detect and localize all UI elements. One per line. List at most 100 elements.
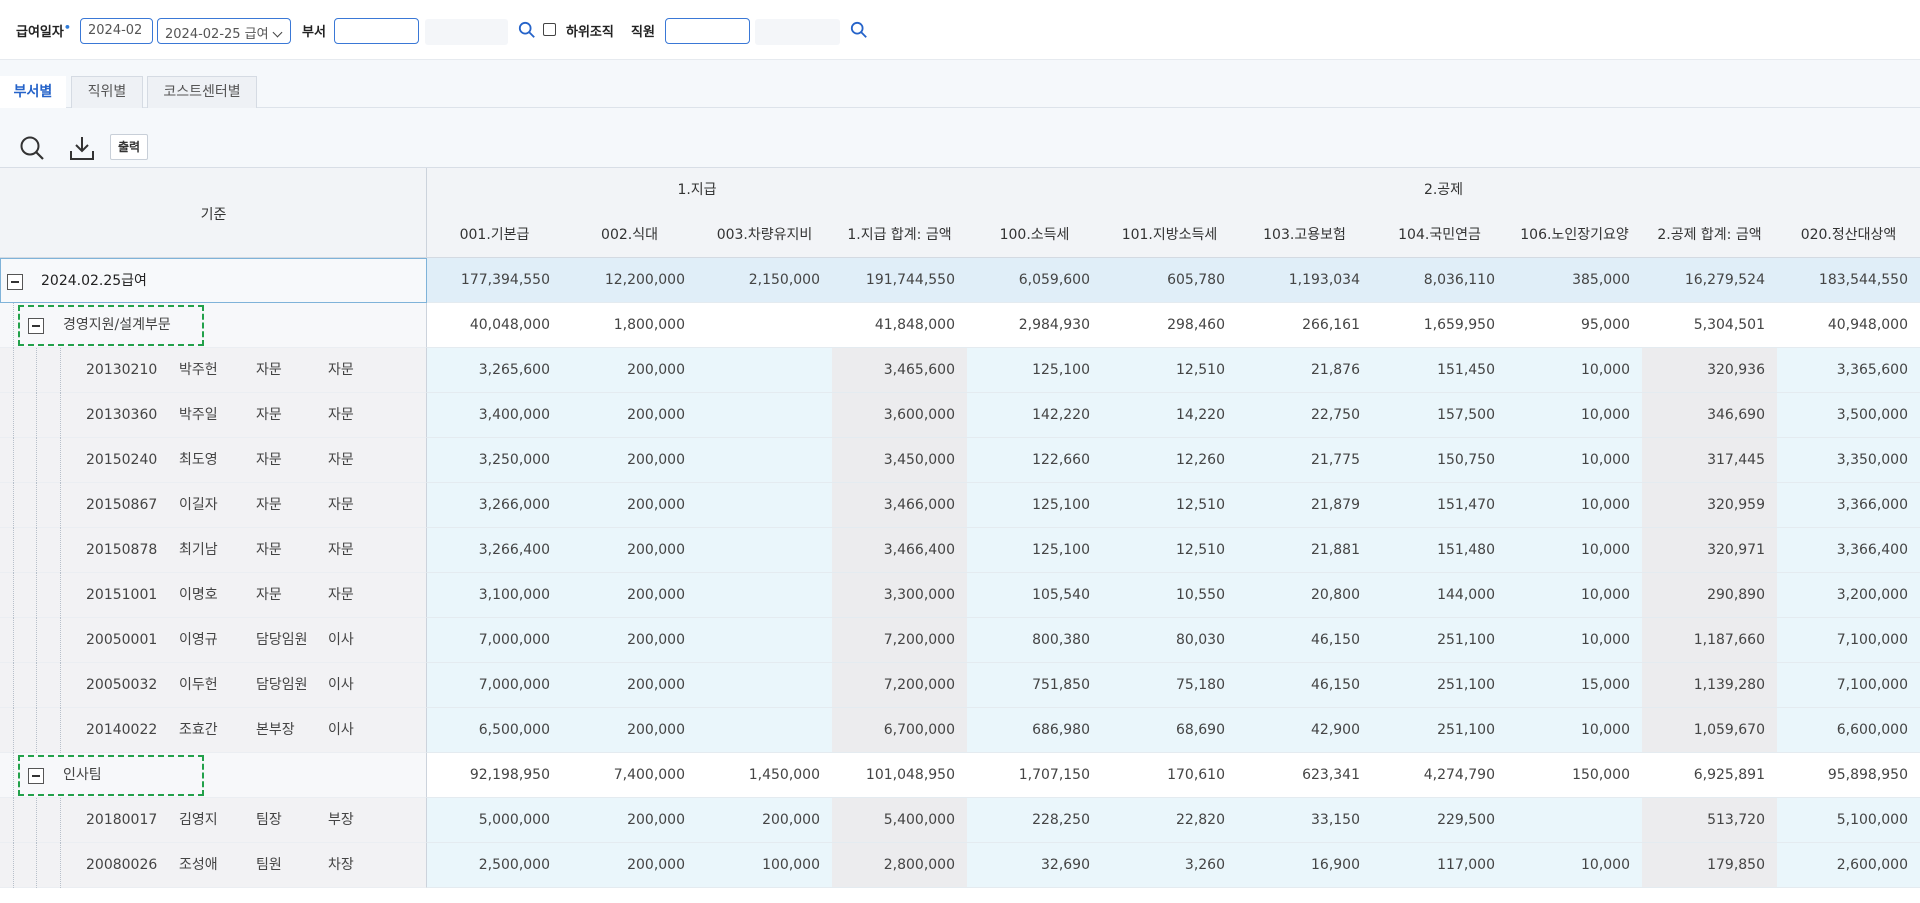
pay-month-field[interactable]: 2024-02 [80, 18, 153, 44]
print-button[interactable]: 출력 [110, 134, 148, 160]
value-cell: 16,900 [1237, 843, 1372, 888]
table-row[interactable]: 20080026 조성애 팀원 차장 2,500,000 200,000 100,000 2,… [0, 843, 1920, 888]
employee-id: 20080026 [86, 857, 158, 873]
value-cell: 200,000 [562, 438, 697, 483]
column-header[interactable]: 106.노인장기요양 [1507, 213, 1642, 258]
tab-by-cost-center[interactable]: 코스트센터별 [147, 76, 257, 108]
payroll-total-row[interactable]: 2024.02.25급여 177,394,550 12,200,000 2,150,0… [0, 258, 1920, 303]
employee-title: 팀장 [256, 812, 282, 828]
row-label-cell: 20150878 최기남 자문 자문 [0, 528, 427, 573]
value-cell: 101,048,950 [832, 753, 967, 798]
value-cell: 3,200,000 [1777, 573, 1920, 618]
tree-guide [36, 528, 37, 573]
value-cell: 125,100 [967, 483, 1102, 528]
column-header[interactable]: 003.차량유지비 [697, 213, 832, 258]
department-row[interactable]: 인사팀 92,198,950 7,400,000 1,450,000 101,048,9… [0, 753, 1920, 798]
tree-guide [36, 843, 37, 888]
pay-date-label: 급여일자• [16, 21, 71, 40]
value-cell: 5,000,000 [427, 798, 562, 843]
employee-id: 20050001 [86, 632, 158, 648]
value-cell: 10,000 [1507, 393, 1642, 438]
value-cell: 95,000 [1507, 303, 1642, 348]
value-cell [697, 348, 832, 393]
value-cell: 3,266,000 [427, 483, 562, 528]
value-cell: 95,898,950 [1777, 753, 1920, 798]
value-cell: 290,890 [1642, 573, 1777, 618]
value-cell [697, 618, 832, 663]
sub-org-checkbox[interactable] [543, 23, 556, 36]
value-cell: 200,000 [562, 843, 697, 888]
value-cell: 5,304,501 [1642, 303, 1777, 348]
column-header[interactable]: 101.지방소득세 [1102, 213, 1237, 258]
tab-by-position[interactable]: 직위별 [71, 76, 143, 108]
value-cell: 320,971 [1642, 528, 1777, 573]
value-cell: 623,341 [1237, 753, 1372, 798]
employee-input[interactable] [665, 18, 750, 44]
table-row[interactable]: 20150878 최기남 자문 자문 3,266,400 200,000 3,466,400… [0, 528, 1920, 573]
value-cell: 3,100,000 [427, 573, 562, 618]
tab-by-department[interactable]: 부서별 [0, 76, 66, 109]
value-cell: 14,220 [1102, 393, 1237, 438]
value-cell: 7,000,000 [427, 618, 562, 663]
column-header[interactable]: 020.정산대상액 [1777, 213, 1920, 258]
column-header-area: 1.지급 2.공제 001.기본급 002.식대 003.차량유지비 1.지급 합계: 금… [427, 168, 1920, 258]
employee-title: 자문 [256, 362, 282, 378]
value-cell: 7,200,000 [832, 663, 967, 708]
table-row[interactable]: 20050032 이두헌 담당임원 이사 7,000,000 200,000 7,200,0… [0, 663, 1920, 708]
value-cell: 177,394,550 [427, 258, 562, 303]
download-icon[interactable] [68, 134, 96, 162]
value-cell: 1,193,034 [1237, 258, 1372, 303]
column-header[interactable]: 2.공제 합계: 금액 [1642, 213, 1777, 258]
table-row[interactable]: 20180017 김영지 팀장 부장 5,000,000 200,000 200,000 5,… [0, 798, 1920, 843]
table-row[interactable]: 20150867 이길자 자문 자문 3,266,000 200,000 3,466,000… [0, 483, 1920, 528]
tree-guide [36, 708, 37, 753]
column-header[interactable]: 104.국민연금 [1372, 213, 1507, 258]
column-header[interactable]: 001.기본급 [427, 213, 562, 258]
table-row[interactable]: 20151001 이명호 자문 자문 3,100,000 200,000 3,300,000… [0, 573, 1920, 618]
employee-id: 20130360 [86, 407, 158, 423]
tree-guide [13, 348, 14, 393]
tree-guide [13, 483, 14, 528]
value-cell: 1,450,000 [697, 753, 832, 798]
value-cell: 12,510 [1102, 528, 1237, 573]
dept-input[interactable] [334, 18, 419, 44]
tree-guide [36, 438, 37, 483]
value-cell: 1,659,950 [1372, 303, 1507, 348]
table-row[interactable]: 20140022 조효간 본부장 이사 6,500,000 200,000 6,700,00… [0, 708, 1920, 753]
employee-id: 20150867 [86, 497, 158, 513]
tab-bar: 부서별 직위별 코스트센터별 [0, 60, 1920, 109]
value-cell: 200,000 [562, 798, 697, 843]
pay-run-select[interactable]: 2024-02-25 급여 [157, 18, 291, 44]
row-label-cell: 20130210 박주헌 자문 자문 [0, 348, 427, 393]
table-row[interactable]: 20130210 박주헌 자문 자문 3,265,600 200,000 3,465,600… [0, 348, 1920, 393]
value-cell: 1,059,670 [1642, 708, 1777, 753]
value-cell: 21,879 [1237, 483, 1372, 528]
table-row[interactable]: 20150240 최도영 자문 자문 3,250,000 200,000 3,450,000… [0, 438, 1920, 483]
employee-search-icon[interactable] [850, 20, 868, 40]
value-cell: 21,876 [1237, 348, 1372, 393]
value-cell: 46,150 [1237, 663, 1372, 708]
value-cell: 125,100 [967, 348, 1102, 393]
value-cell: 46,150 [1237, 618, 1372, 663]
search-icon[interactable] [18, 134, 46, 162]
value-cell: 2,800,000 [832, 843, 967, 888]
value-cell: 21,775 [1237, 438, 1372, 483]
value-cell: 200,000 [562, 708, 697, 753]
employee-title: 본부장 [256, 722, 295, 738]
table-row[interactable]: 20130360 박주일 자문 자문 3,400,000 200,000 3,600,000… [0, 393, 1920, 438]
employee-grade: 이사 [328, 677, 354, 693]
dept-search-icon[interactable] [518, 20, 536, 40]
tree-guide [60, 528, 61, 573]
column-header[interactable]: 002.식대 [562, 213, 697, 258]
value-cell: 7,100,000 [1777, 618, 1920, 663]
value-cell: 144,000 [1372, 573, 1507, 618]
collapse-icon[interactable] [7, 274, 23, 290]
table-row[interactable]: 20050001 이영규 담당임원 이사 7,000,000 200,000 7,200,0… [0, 618, 1920, 663]
tree-guide [36, 663, 37, 708]
employee-grade: 자문 [328, 452, 354, 468]
column-header[interactable]: 1.지급 합계: 금액 [832, 213, 967, 258]
value-cell [697, 528, 832, 573]
column-header[interactable]: 100.소득세 [967, 213, 1102, 258]
column-header[interactable]: 103.고용보험 [1237, 213, 1372, 258]
department-row[interactable]: 경영지원/설계부문 40,048,000 1,800,000 41,848,000 2,… [0, 303, 1920, 348]
